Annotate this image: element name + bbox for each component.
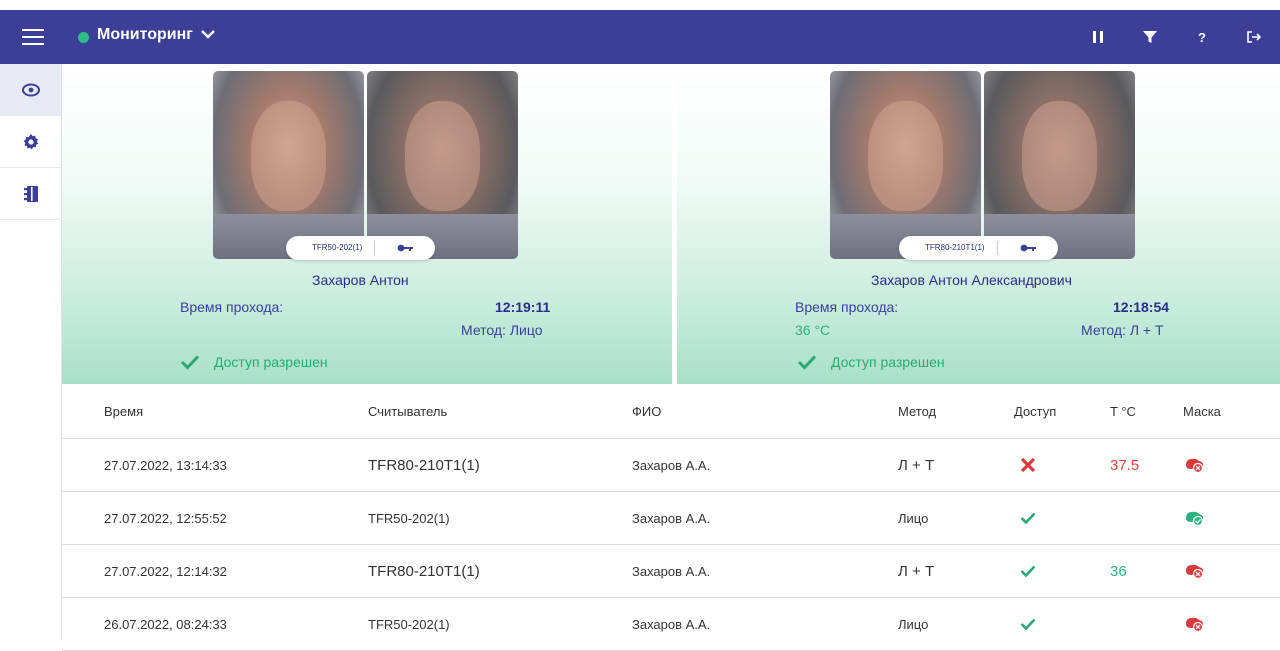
- cell-time: 27.07.2022, 13:14:33: [104, 457, 227, 473]
- cell-temperature: 36: [1110, 562, 1127, 580]
- mask-ok-icon: [1183, 492, 1205, 544]
- checkmark-icon: [797, 355, 817, 370]
- no-mask-icon: [1183, 598, 1205, 650]
- method: Метод: Лицо: [461, 322, 543, 338]
- cell-method: Л + Т: [898, 562, 935, 580]
- cell-time: 27.07.2022, 12:14:32: [104, 563, 227, 579]
- top-bar: Мониторинг ?: [0, 10, 1280, 64]
- table-row[interactable]: 27.07.2022, 13:14:33 TFR80-210T1(1) Заха…: [62, 439, 1280, 492]
- header-method[interactable]: Метод: [898, 384, 936, 438]
- temperature: 36 °C: [795, 322, 831, 338]
- cell-time: 27.07.2022, 12:55:52: [104, 510, 227, 526]
- photo-pair: [213, 71, 518, 259]
- help-icon[interactable]: ?: [1176, 10, 1228, 64]
- key-icon: [998, 244, 1058, 252]
- events-table: Время Считыватель ФИО Метод Доступ T °C …: [62, 384, 1280, 651]
- reference-face-photo[interactable]: [984, 71, 1135, 259]
- chevron-down-icon: [201, 30, 215, 39]
- pass-time-label: Время прохода:: [795, 299, 899, 315]
- no-mask-icon: [1183, 545, 1205, 597]
- cell-reader: TFR50-202(1): [368, 510, 450, 526]
- access-status: Доступ разрешен: [797, 354, 945, 370]
- gear-icon: [23, 133, 38, 149]
- eye-icon: [21, 83, 40, 96]
- cell-temperature: 37.5: [1110, 456, 1140, 474]
- photo-pair: [830, 71, 1135, 259]
- reader-pill: TFR80-210T1(1): [899, 236, 1058, 260]
- reader-pill: TFR50-202(1): [286, 236, 436, 260]
- key-icon: [375, 244, 435, 252]
- sidebar: [0, 64, 62, 639]
- header-access[interactable]: Доступ: [1014, 384, 1056, 438]
- access-label: Доступ разрешен: [214, 354, 328, 370]
- reader-label: TFR50-202(1): [286, 241, 376, 255]
- event-card-1: TFR50-202(1) Захаров Антон Время прохода…: [62, 64, 672, 384]
- access-label: Доступ разрешен: [831, 354, 945, 370]
- cell-method: Лицо: [898, 510, 929, 526]
- pause-icon[interactable]: [1072, 10, 1124, 64]
- table-row[interactable]: 27.07.2022, 12:14:32 TFR80-210T1(1) Заха…: [62, 545, 1280, 598]
- header-time[interactable]: Время: [104, 384, 143, 438]
- access-granted-icon: [1020, 545, 1036, 597]
- cell-reader: TFR80-210T1(1): [368, 456, 480, 474]
- event-card-2: TFR80-210T1(1) Захаров Антон Александров…: [677, 64, 1280, 384]
- section-dropdown[interactable]: Мониторинг: [97, 26, 215, 44]
- captured-face-photo[interactable]: [830, 71, 981, 259]
- reader-label: TFR80-210T1(1): [899, 241, 998, 255]
- access-status: Доступ разрешен: [180, 354, 328, 370]
- reference-face-photo[interactable]: [367, 71, 518, 259]
- header-reader[interactable]: Считыватель: [368, 384, 447, 438]
- table-row[interactable]: 27.07.2022, 12:55:52 TFR50-202(1) Захаро…: [62, 492, 1280, 545]
- header-fio[interactable]: ФИО: [632, 384, 661, 438]
- sidebar-item-settings[interactable]: [0, 116, 61, 168]
- table-header: Время Считыватель ФИО Метод Доступ T °C …: [62, 384, 1280, 439]
- access-granted-icon: [1020, 492, 1036, 544]
- person-name: Захаров Антон Александрович: [871, 272, 1072, 288]
- pass-time: 12:19:11: [495, 299, 551, 315]
- cell-fio: Захаров А.А.: [632, 457, 711, 473]
- page-title: Мониторинг: [97, 26, 193, 43]
- access-denied-icon: [1020, 439, 1036, 491]
- access-granted-icon: [1020, 598, 1036, 650]
- no-mask-icon: [1183, 439, 1205, 491]
- cell-fio: Захаров А.А.: [632, 563, 711, 579]
- cell-reader: TFR50-202(1): [368, 616, 450, 632]
- sidebar-item-monitoring[interactable]: [0, 64, 61, 116]
- cell-fio: Захаров А.А.: [632, 510, 711, 526]
- pass-time: 12:18:54: [1113, 299, 1170, 315]
- address-book-icon: [23, 185, 38, 202]
- header-temp[interactable]: T °C: [1110, 384, 1136, 438]
- cell-method: Л + Т: [898, 456, 935, 474]
- cell-time: 26.07.2022, 08:24:33: [104, 616, 227, 632]
- pass-time-label: Время прохода:: [180, 299, 284, 315]
- filter-icon[interactable]: [1124, 10, 1176, 64]
- method: Метод: Л + Т: [1081, 322, 1164, 338]
- cell-fio: Захаров А.А.: [632, 616, 711, 632]
- checkmark-icon: [180, 355, 200, 370]
- hamburger-menu-icon[interactable]: [22, 26, 46, 48]
- status-indicator: [78, 32, 89, 43]
- person-name: Захаров Антон: [312, 272, 409, 288]
- cell-reader: TFR80-210T1(1): [368, 562, 480, 580]
- cell-method: Лицо: [898, 616, 929, 632]
- table-row[interactable]: 26.07.2022, 08:24:33 TFR50-202(1) Захаро…: [62, 598, 1280, 651]
- sidebar-item-contacts[interactable]: [0, 168, 61, 220]
- logout-icon[interactable]: [1228, 10, 1280, 64]
- captured-face-photo[interactable]: [213, 71, 364, 259]
- header-mask[interactable]: Маска: [1183, 384, 1221, 438]
- header-actions: ?: [1072, 10, 1280, 64]
